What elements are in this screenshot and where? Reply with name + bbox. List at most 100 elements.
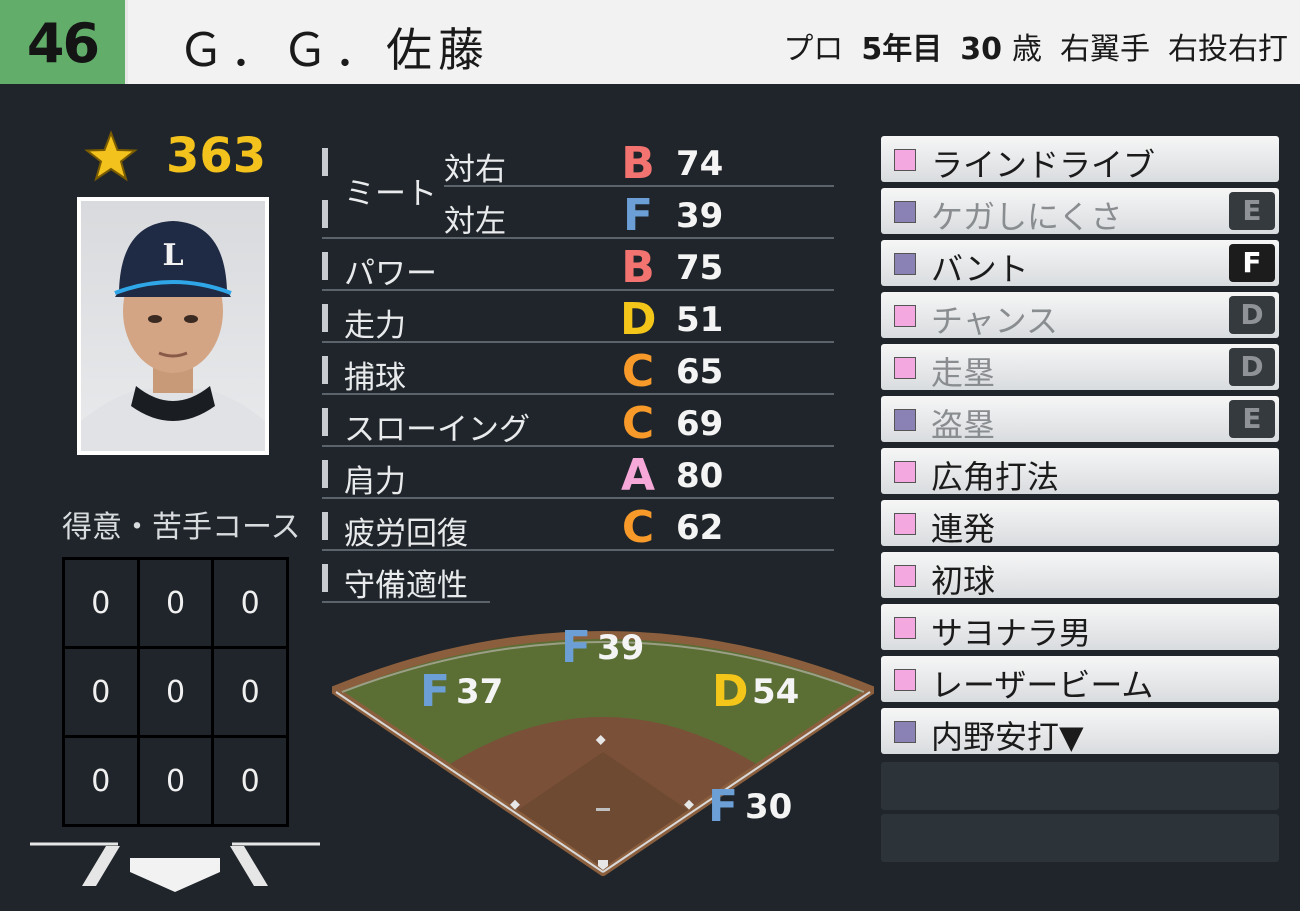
skill-label: 連発 bbox=[931, 510, 996, 548]
stat-label: 疲労回復 bbox=[344, 516, 468, 552]
divider bbox=[322, 549, 834, 551]
position-value: 37 bbox=[456, 672, 504, 712]
stat-label: スローイング bbox=[344, 412, 530, 448]
position-value: 39 bbox=[597, 628, 645, 668]
stat-value: 51 bbox=[676, 300, 724, 340]
skill-item[interactable]: バント F bbox=[881, 240, 1279, 288]
star-icon bbox=[84, 130, 138, 182]
skill-label: サヨナラ男 bbox=[931, 614, 1092, 652]
skill-item[interactable]: ケガしにくさ E bbox=[881, 188, 1279, 236]
stat-value: 74 bbox=[676, 144, 724, 184]
divider bbox=[322, 289, 834, 291]
stat-value: 39 bbox=[676, 196, 724, 236]
zone-cell: 0 bbox=[65, 560, 137, 646]
skill-color-swatch bbox=[894, 461, 916, 483]
zone-cell: 0 bbox=[214, 738, 286, 824]
stat-bar bbox=[322, 148, 328, 176]
skill-item[interactable]: 走塁 D bbox=[881, 344, 1279, 392]
stat-bar bbox=[322, 564, 328, 592]
zone-cell: 0 bbox=[65, 649, 137, 735]
zone-cell: 0 bbox=[139, 649, 212, 735]
position-grade: F bbox=[707, 781, 739, 832]
defense-label: 守備適性 bbox=[344, 568, 468, 604]
home-plate-icon bbox=[30, 842, 320, 892]
course-title: 得意・苦手コース bbox=[62, 510, 301, 545]
zone-cell: 0 bbox=[139, 738, 212, 824]
stat-bar bbox=[322, 408, 328, 436]
hot-cold-zone-grid: 0 0 0 0 0 0 0 0 0 bbox=[62, 557, 289, 827]
stat-grade: A bbox=[620, 450, 656, 501]
stat-grade: B bbox=[621, 138, 655, 189]
skill-item[interactable]: レーザービーム bbox=[881, 656, 1279, 704]
zone-cell: 0 bbox=[65, 738, 137, 824]
position-grade: D bbox=[712, 666, 749, 717]
info-age-unit: 歳 bbox=[1012, 32, 1042, 67]
zone-cell: 0 bbox=[139, 560, 212, 646]
meet-label: ミート bbox=[344, 176, 437, 212]
stat-label: 対左 bbox=[444, 204, 506, 240]
divider bbox=[322, 237, 834, 239]
skill-label: バント bbox=[931, 250, 1029, 288]
skill-label: ラインドライブ bbox=[931, 146, 1156, 184]
stat-label: 対右 bbox=[444, 152, 506, 188]
stat-value: 62 bbox=[676, 508, 724, 548]
skill-color-swatch bbox=[894, 721, 916, 743]
stat-grade: F bbox=[622, 190, 654, 241]
skill-color-swatch bbox=[894, 149, 916, 171]
info-position: 右翼手 bbox=[1060, 32, 1150, 67]
skill-label: チャンス bbox=[931, 302, 1059, 340]
skill-color-swatch bbox=[894, 201, 916, 223]
player-name: Ｇ．Ｇ．佐藤 bbox=[178, 23, 490, 77]
stat-value: 80 bbox=[676, 456, 724, 496]
info-handedness: 右投右打 bbox=[1168, 32, 1288, 67]
skill-grade-badge: E bbox=[1229, 400, 1275, 438]
position-value: 54 bbox=[752, 672, 800, 712]
skill-color-swatch bbox=[894, 617, 916, 639]
position-value: 30 bbox=[745, 787, 793, 827]
divider bbox=[322, 445, 834, 447]
info-age: 30 bbox=[960, 32, 1002, 67]
info-pro: プロ bbox=[783, 32, 844, 67]
skill-label: 初球 bbox=[931, 562, 996, 600]
skill-color-swatch bbox=[894, 409, 916, 431]
player-header: 46 Ｇ．Ｇ．佐藤 プロ 5年目 30 歳右翼手 右投右打 bbox=[0, 0, 1300, 84]
stat-grade: C bbox=[621, 398, 655, 449]
position-grade: F bbox=[419, 666, 451, 717]
skill-color-swatch bbox=[894, 669, 916, 691]
skill-color-swatch bbox=[894, 357, 916, 379]
skill-label: 盗塁 bbox=[931, 406, 996, 444]
empty-skill-slot bbox=[881, 762, 1279, 810]
skill-item[interactable]: チャンス D bbox=[881, 292, 1279, 340]
stat-value: 69 bbox=[676, 404, 724, 444]
skill-item[interactable]: サヨナラ男 bbox=[881, 604, 1279, 652]
stat-bar bbox=[322, 200, 328, 228]
empty-skill-slot bbox=[881, 814, 1279, 862]
skill-item[interactable]: ラインドライブ bbox=[881, 136, 1279, 184]
skill-item[interactable]: 連発 bbox=[881, 500, 1279, 548]
info-years: 5年目 bbox=[861, 32, 943, 67]
stat-bar bbox=[322, 460, 328, 488]
player-photo: L bbox=[77, 197, 269, 455]
stat-bar bbox=[322, 356, 328, 384]
stat-grade: C bbox=[621, 346, 655, 397]
skill-grade-badge: F bbox=[1229, 244, 1275, 282]
stat-label: 走力 bbox=[344, 308, 406, 344]
divider bbox=[322, 497, 834, 499]
uniform-number-box: 46 bbox=[0, 0, 128, 84]
position-grade: F bbox=[560, 622, 592, 673]
stat-label: パワー bbox=[344, 256, 437, 292]
skill-item[interactable]: 広角打法 bbox=[881, 448, 1279, 496]
skill-item[interactable]: 内野安打▼ bbox=[881, 708, 1279, 756]
skill-label: 内野安打▼ bbox=[931, 718, 1084, 756]
stat-label: 肩力 bbox=[344, 464, 406, 500]
stat-bar bbox=[322, 304, 328, 332]
svg-text:L: L bbox=[162, 238, 183, 273]
skill-item[interactable]: 初球 bbox=[881, 552, 1279, 600]
overall-rating: 363 bbox=[166, 128, 267, 184]
skill-grade-badge: E bbox=[1229, 192, 1275, 230]
zone-cell: 0 bbox=[214, 560, 286, 646]
skill-item[interactable]: 盗塁 E bbox=[881, 396, 1279, 444]
player-info: プロ 5年目 30 歳右翼手 右投右打 bbox=[765, 24, 1288, 68]
skill-label: レーザービーム bbox=[931, 666, 1154, 704]
skill-color-swatch bbox=[894, 253, 916, 275]
